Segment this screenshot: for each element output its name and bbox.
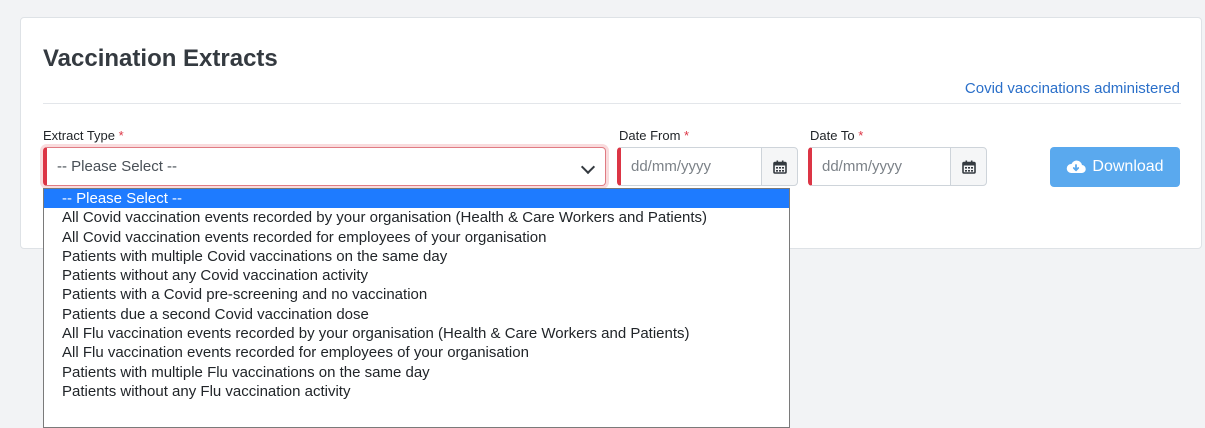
extract-type-dropdown-list[interactable]: -- Please Select -- All Covid vaccinatio… bbox=[43, 188, 790, 428]
dropdown-option[interactable]: All Covid vaccination events recorded fo… bbox=[44, 228, 789, 247]
dropdown-option[interactable]: Patients with a Covid pre-screening and … bbox=[44, 285, 789, 304]
extract-type-select[interactable]: -- Please Select -- bbox=[43, 147, 606, 186]
chevron-down-icon bbox=[580, 159, 596, 175]
header-divider bbox=[43, 103, 1181, 104]
date-to-label: Date To * bbox=[810, 128, 864, 143]
page-title: Vaccination Extracts bbox=[43, 45, 278, 72]
date-from-calendar-button[interactable] bbox=[761, 147, 798, 186]
date-from-input[interactable] bbox=[617, 147, 761, 186]
extract-type-selected-value: -- Please Select -- bbox=[57, 158, 178, 175]
dropdown-option[interactable]: All Flu vaccination events recorded for … bbox=[44, 343, 789, 362]
cloud-download-icon bbox=[1067, 160, 1087, 174]
dropdown-option[interactable]: Patients without any Covid vaccination a… bbox=[44, 266, 789, 285]
download-button[interactable]: Download bbox=[1050, 147, 1180, 187]
date-to-group bbox=[808, 147, 987, 186]
required-marker: * bbox=[118, 128, 124, 143]
calendar-icon bbox=[772, 160, 787, 174]
extract-type-label: Extract Type * bbox=[43, 128, 124, 143]
dropdown-option[interactable]: Patients with multiple Flu vaccinations … bbox=[44, 363, 789, 382]
dropdown-option[interactable]: -- Please Select -- bbox=[44, 189, 789, 209]
dropdown-option[interactable]: Patients with multiple Covid vaccination… bbox=[44, 247, 789, 266]
dropdown-option[interactable]: All Flu vaccination events recorded by y… bbox=[44, 324, 789, 343]
covid-vaccinations-administered-link[interactable]: Covid vaccinations administered bbox=[965, 80, 1180, 97]
date-from-label: Date From * bbox=[619, 128, 690, 143]
date-to-calendar-button[interactable] bbox=[950, 147, 987, 186]
date-from-group bbox=[617, 147, 798, 186]
required-marker: * bbox=[684, 128, 690, 143]
dropdown-option[interactable]: Patients without any Flu vaccination act… bbox=[44, 382, 789, 401]
required-marker: * bbox=[858, 128, 864, 143]
dropdown-option[interactable]: Patients due a second Covid vaccination … bbox=[44, 305, 789, 324]
download-button-label: Download bbox=[1092, 158, 1164, 175]
dropdown-option[interactable]: All Covid vaccination events recorded by… bbox=[44, 208, 789, 227]
date-to-input[interactable] bbox=[808, 147, 950, 186]
calendar-icon bbox=[961, 160, 976, 174]
